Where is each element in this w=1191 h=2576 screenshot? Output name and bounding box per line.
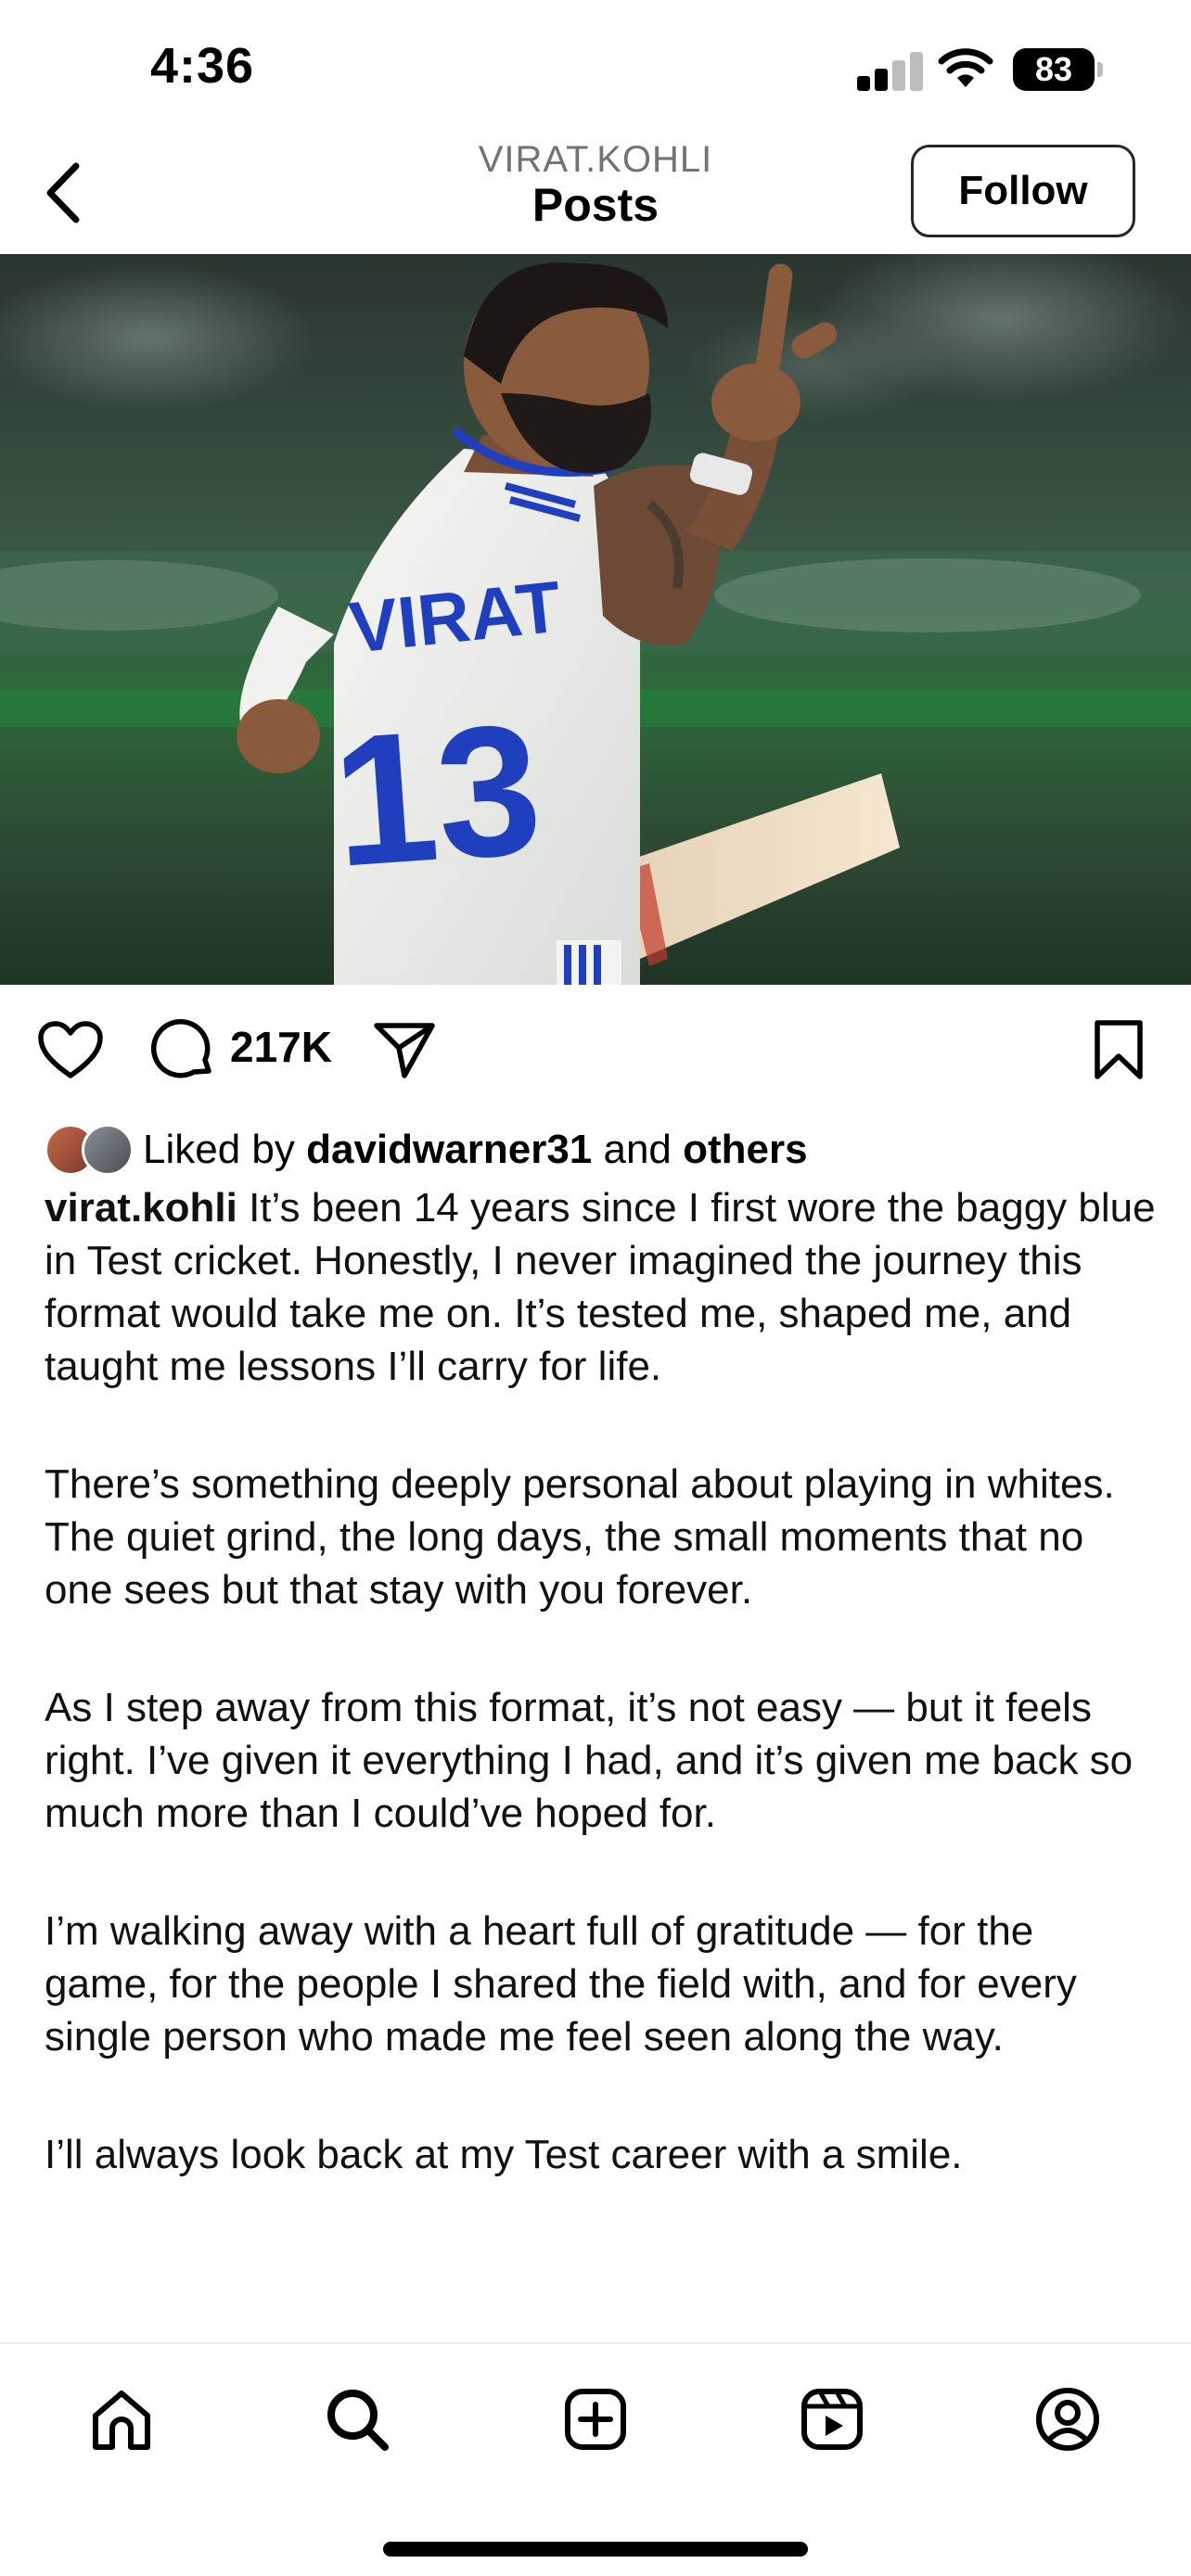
post-caption: virat.kohli It’s been 14 years since I f…	[45, 1181, 1158, 2246]
nav-home[interactable]	[80, 2378, 163, 2461]
chevron-left-icon	[46, 162, 80, 223]
caption-username[interactable]: virat.kohli	[45, 1185, 237, 1231]
nav-reels[interactable]	[790, 2378, 874, 2461]
liked-by-prefix: Liked by	[143, 1127, 307, 1172]
save-button[interactable]	[1082, 1013, 1156, 1087]
home-indicator	[383, 2542, 808, 2557]
caption-paragraph: There’s something deeply personal about …	[45, 1461, 1115, 1613]
profile-icon	[1036, 2388, 1099, 2451]
post-header: VIRAT.KOHLI Posts Follow	[0, 139, 1191, 254]
bookmark-icon	[1095, 1020, 1143, 1079]
nav-search[interactable]	[315, 2378, 399, 2461]
status-bar: 4:36 83	[0, 0, 1191, 139]
caption-paragraph: As I step away from this format, it’s no…	[45, 1685, 1133, 1836]
wifi-icon	[937, 46, 994, 91]
like-button[interactable]	[33, 1013, 108, 1087]
liked-by-others[interactable]: others	[683, 1127, 807, 1173]
liker-avatars	[45, 1124, 134, 1176]
nav-create[interactable]	[554, 2378, 637, 2461]
bottom-nav	[0, 2342, 1191, 2576]
likes-summary[interactable]: Liked by davidwarner31 and others	[45, 1120, 1158, 1180]
reels-icon	[801, 2389, 863, 2450]
liked-by-and: and	[592, 1127, 684, 1172]
comment-icon	[151, 1019, 211, 1078]
post-actions: 217K	[0, 985, 1191, 1115]
comment-count[interactable]: 217K	[230, 1022, 332, 1072]
avatar	[82, 1124, 134, 1176]
comment-button[interactable]	[147, 1013, 221, 1087]
jersey-number: 13	[327, 685, 546, 906]
battery-icon: 83	[1013, 48, 1103, 91]
search-icon	[327, 2390, 389, 2451]
heart-icon	[38, 1021, 103, 1078]
paper-plane-icon	[374, 1023, 435, 1078]
nav-profile[interactable]	[1026, 2378, 1109, 2461]
cellular-signal-icon	[857, 50, 923, 91]
back-button[interactable]	[26, 156, 100, 230]
follow-button[interactable]: Follow	[911, 145, 1135, 237]
caption-paragraph: virat.kohli It’s been 14 years since I f…	[45, 1181, 1158, 1393]
create-icon	[565, 2389, 626, 2450]
share-button[interactable]	[367, 1013, 442, 1087]
post-photo: VIRAT 13	[0, 254, 1191, 985]
caption-paragraph: I’ll always look back at my Test career …	[45, 2132, 963, 2177]
status-time: 4:36	[150, 38, 255, 94]
caption-paragraph: I’m walking away with a heart full of gr…	[45, 1908, 1077, 2060]
post-image[interactable]: VIRAT 13	[0, 254, 1191, 985]
battery-level: 83	[1013, 48, 1095, 91]
liked-by-user[interactable]: davidwarner31	[306, 1127, 592, 1173]
home-icon	[93, 2391, 150, 2450]
